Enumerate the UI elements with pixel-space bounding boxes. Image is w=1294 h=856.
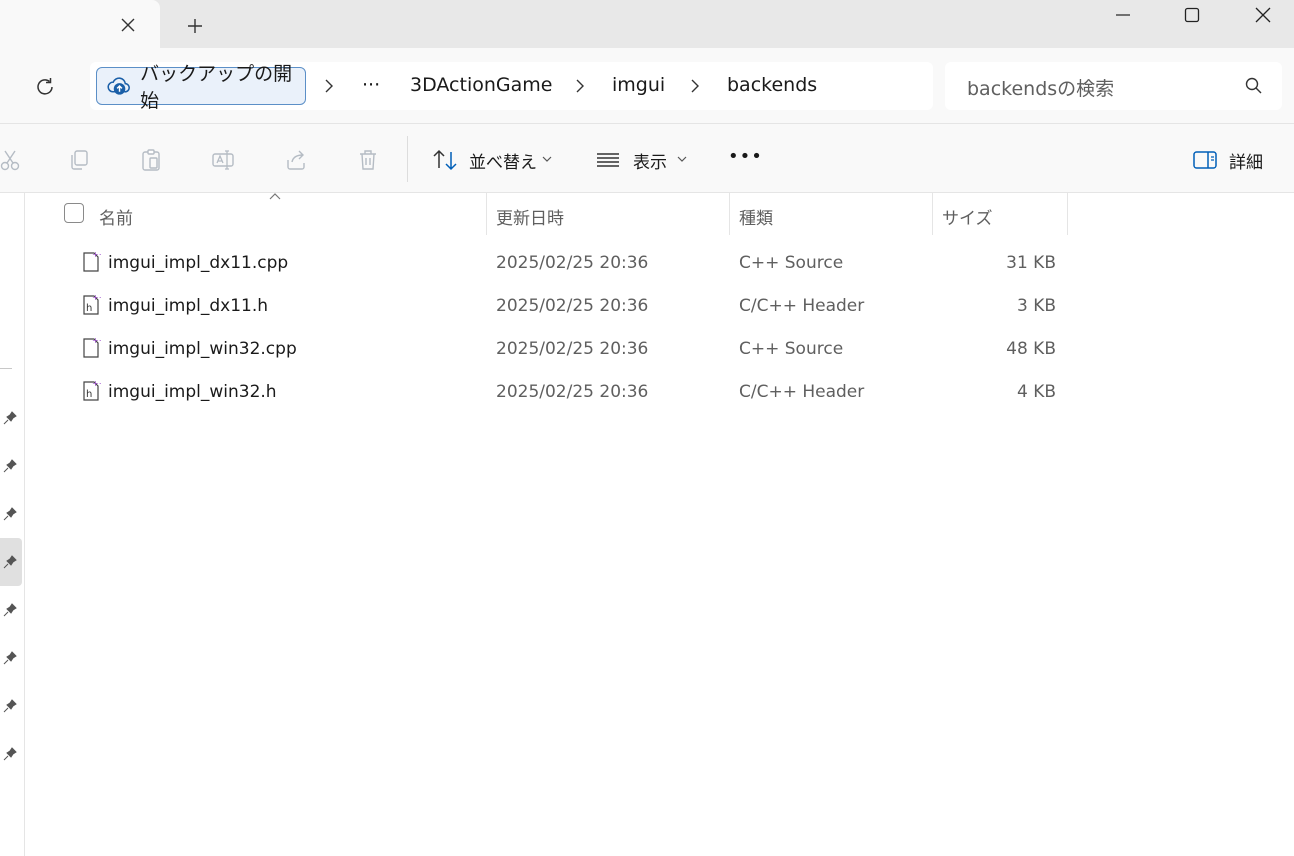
breadcrumb-3dactiongame[interactable]: 3DActionGame xyxy=(410,74,552,96)
address-bar[interactable]: バックアップの開始 ··· 3DActionGame imgui backend… xyxy=(90,62,933,112)
file-size: 4 KB xyxy=(1016,382,1056,402)
minimize-icon[interactable] xyxy=(1088,0,1158,30)
plus-icon[interactable] xyxy=(180,12,210,40)
column-divider[interactable] xyxy=(486,193,487,235)
title-bar xyxy=(0,0,1294,48)
file-type: C/C++ Header xyxy=(739,296,865,316)
select-all-checkbox[interactable] xyxy=(64,203,84,223)
file-type: C++ Source xyxy=(739,339,844,359)
navigation-pane xyxy=(0,193,25,856)
pin-icon[interactable] xyxy=(0,552,20,572)
pin-icon[interactable] xyxy=(0,456,20,476)
file-size: 48 KB xyxy=(1006,339,1056,359)
column-header-row: 名前 更新日時 種類 サイズ xyxy=(25,193,1294,235)
chevron-down-icon[interactable] xyxy=(676,153,688,165)
sort-icon[interactable] xyxy=(431,146,459,174)
sort-ascending-icon xyxy=(269,193,281,200)
header-file-icon: h++ xyxy=(83,293,101,315)
pin-icon[interactable] xyxy=(0,648,20,668)
active-tab[interactable] xyxy=(0,0,160,48)
column-size[interactable]: サイズ xyxy=(942,204,993,229)
more-options-button[interactable]: ••• xyxy=(728,146,763,167)
search-placeholder: backendsの検索 xyxy=(967,78,1115,100)
share-icon[interactable] xyxy=(282,146,310,174)
nav-divider xyxy=(0,368,12,369)
cpp-file-icon: ++ xyxy=(83,250,101,272)
delete-icon[interactable] xyxy=(354,146,382,174)
close-icon[interactable] xyxy=(114,12,142,38)
toolbar-divider xyxy=(407,136,408,182)
file-row[interactable]: ++ imgui_impl_dx11.cpp 2025/02/25 20:36 … xyxy=(25,242,1294,285)
address-row: バックアップの開始 ··· 3DActionGame imgui backend… xyxy=(0,48,1294,123)
file-modified: 2025/02/25 20:36 xyxy=(496,253,649,273)
pin-icon[interactable] xyxy=(0,696,20,716)
backup-button[interactable]: バックアップの開始 xyxy=(96,63,306,112)
sort-button[interactable]: 並べ替え xyxy=(469,148,537,173)
backup-label: バックアップの開始 xyxy=(140,63,293,112)
file-size: 31 KB xyxy=(1006,253,1056,273)
pin-icon[interactable] xyxy=(0,408,20,428)
file-name: imgui_impl_dx11.h xyxy=(108,296,269,316)
pin-icon[interactable] xyxy=(0,600,20,620)
chevron-right-icon[interactable] xyxy=(570,76,590,96)
view-button[interactable]: 表示 xyxy=(633,148,667,173)
column-name[interactable]: 名前 xyxy=(99,204,133,229)
file-name: imgui_impl_win32.h xyxy=(108,382,277,402)
file-row[interactable]: h++ imgui_impl_dx11.h 2025/02/25 20:36 C… xyxy=(25,285,1294,328)
svg-text:h: h xyxy=(86,303,92,314)
column-divider[interactable] xyxy=(729,193,730,235)
cloud-backup-icon xyxy=(107,77,130,95)
column-modified[interactable]: 更新日時 xyxy=(496,204,564,229)
column-divider[interactable] xyxy=(1067,193,1068,235)
cpp-file-icon: ++ xyxy=(83,336,101,358)
view-icon[interactable] xyxy=(594,146,622,174)
file-size: 3 KB xyxy=(1016,296,1056,316)
chevron-right-icon[interactable] xyxy=(685,76,705,96)
svg-text:++: ++ xyxy=(92,250,101,259)
svg-text:++: ++ xyxy=(92,293,101,302)
details-pane-icon[interactable] xyxy=(1191,146,1219,174)
column-type[interactable]: 種類 xyxy=(739,204,773,229)
close-icon[interactable] xyxy=(1228,0,1294,30)
svg-text:h: h xyxy=(86,389,92,400)
svg-text:++: ++ xyxy=(92,379,101,388)
breadcrumb-imgui[interactable]: imgui xyxy=(612,74,665,96)
svg-text:++: ++ xyxy=(92,336,101,345)
file-name: imgui_impl_dx11.cpp xyxy=(108,253,289,273)
refresh-icon[interactable] xyxy=(28,70,62,104)
file-name: imgui_impl_win32.cpp xyxy=(108,339,297,359)
cut-icon[interactable] xyxy=(0,146,24,174)
header-file-icon: h++ xyxy=(83,379,101,401)
search-input[interactable]: backendsの検索 xyxy=(945,62,1282,110)
file-row[interactable]: ++ imgui_impl_win32.cpp 2025/02/25 20:36… xyxy=(25,328,1294,371)
breadcrumb-more[interactable]: ··· xyxy=(362,74,380,96)
details-button[interactable]: 詳細 xyxy=(1229,148,1263,173)
column-divider[interactable] xyxy=(932,193,933,235)
file-type: C++ Source xyxy=(739,253,844,273)
file-modified: 2025/02/25 20:36 xyxy=(496,296,649,316)
file-modified: 2025/02/25 20:36 xyxy=(496,382,649,402)
chevron-down-icon[interactable] xyxy=(541,153,553,165)
breadcrumb-backends[interactable]: backends xyxy=(727,74,817,96)
search-icon xyxy=(1245,77,1262,94)
file-row[interactable]: h++ imgui_impl_win32.h 2025/02/25 20:36 … xyxy=(25,371,1294,414)
command-bar: 並べ替え 表示 ••• 詳細 xyxy=(0,123,1294,193)
paste-icon[interactable] xyxy=(137,146,165,174)
file-modified: 2025/02/25 20:36 xyxy=(496,339,649,359)
file-type: C/C++ Header xyxy=(739,382,865,402)
pin-icon[interactable] xyxy=(0,744,20,764)
copy-icon[interactable] xyxy=(65,146,93,174)
pin-icon[interactable] xyxy=(0,504,20,524)
rename-icon[interactable] xyxy=(209,146,237,174)
maximize-icon[interactable] xyxy=(1157,0,1227,30)
chevron-right-icon[interactable] xyxy=(319,76,339,96)
